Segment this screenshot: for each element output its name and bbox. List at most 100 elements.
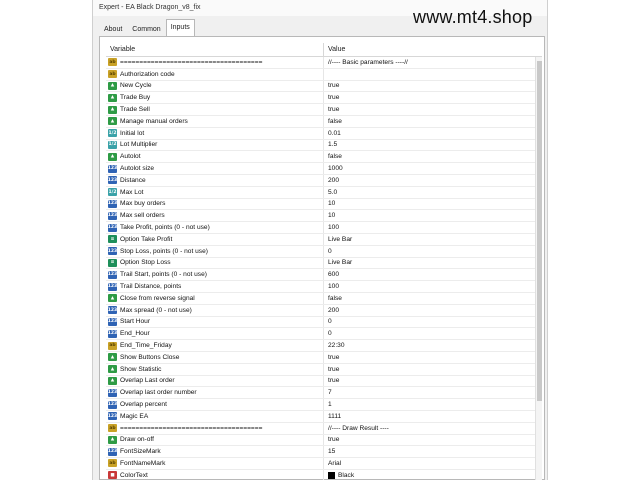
value-cell[interactable]: false xyxy=(324,116,542,127)
value-cell[interactable]: //---- Basic parameters ----// xyxy=(324,57,542,68)
table-row[interactable]: 123 Magic EA 1111 xyxy=(106,410,542,423)
variable-value: false xyxy=(328,153,342,161)
value-cell[interactable]: 200 xyxy=(324,175,542,186)
value-cell[interactable]: true xyxy=(324,104,542,115)
integer-type-icon: 123 xyxy=(107,223,118,232)
value-cell[interactable]: true xyxy=(324,376,542,387)
variable-name: Authorization code xyxy=(120,70,175,78)
value-cell[interactable]: 1000 xyxy=(324,163,542,174)
variable-value: true xyxy=(328,436,340,444)
table-row[interactable]: ▲ Overlap Last order true xyxy=(106,375,542,388)
table-row[interactable]: ▲ Draw on-off true xyxy=(106,434,542,447)
table-row[interactable]: 123 Start Hour 0 xyxy=(106,316,542,329)
table-row[interactable]: 1/2 Max Lot 5.0 xyxy=(106,186,542,199)
scrollbar-thumb[interactable] xyxy=(537,61,542,401)
table-row[interactable]: ■ ColorText Black xyxy=(106,469,542,480)
variable-cell: 123 Max sell orders xyxy=(106,210,324,222)
value-cell[interactable]: 600 xyxy=(324,269,542,280)
value-cell[interactable]: Live Bar xyxy=(324,234,542,245)
table-row[interactable]: ≡ Option Take Profit Live Bar xyxy=(106,233,542,246)
table-row[interactable]: ab FontNameMark Arial xyxy=(106,458,542,470)
table-row[interactable]: ab ===================================== /… xyxy=(106,57,542,69)
value-cell[interactable]: false xyxy=(324,151,542,162)
value-cell[interactable]: Black xyxy=(324,470,542,480)
value-cell[interactable]: 0 xyxy=(324,317,542,328)
value-cell[interactable]: 10 xyxy=(324,199,542,210)
variable-value: //---- Basic parameters ----// xyxy=(328,58,408,66)
table-row[interactable]: ab Authorization code xyxy=(106,68,542,81)
value-cell[interactable]: true xyxy=(324,81,542,92)
variable-cell: 123 Start Hour xyxy=(106,316,324,328)
variable-name: Magic EA xyxy=(120,412,149,420)
variable-name: Autolot xyxy=(120,153,141,161)
value-cell[interactable]: 0 xyxy=(324,246,542,257)
table-row[interactable]: 123 End_Hour 0 xyxy=(106,328,542,341)
table-row[interactable]: ▲ New Cycle true xyxy=(106,80,542,93)
variable-cell: 123 Max buy orders xyxy=(106,198,324,210)
table-row[interactable]: 1/2 Initial lot 0.01 xyxy=(106,127,542,140)
table-row[interactable]: ▲ Autolot false xyxy=(106,151,542,164)
table-row[interactable]: ▲ Manage manual orders false xyxy=(106,115,542,128)
value-cell[interactable]: 100 xyxy=(324,281,542,292)
value-cell[interactable]: 7 xyxy=(324,387,542,398)
value-cell[interactable]: Arial xyxy=(324,458,542,469)
value-cell[interactable]: 15 xyxy=(324,446,542,457)
table-row[interactable]: 1/2 Lot Multiplier 1.5 xyxy=(106,139,542,152)
variable-value: Live Bar xyxy=(328,259,353,267)
value-cell[interactable]: 10 xyxy=(324,210,542,221)
value-cell[interactable]: 0 xyxy=(324,328,542,339)
variable-cell: 1/2 Max Lot xyxy=(106,186,324,198)
table-row[interactable]: 123 Distance 200 xyxy=(106,174,542,187)
value-cell[interactable]: true xyxy=(324,92,542,103)
value-cell[interactable]: true xyxy=(324,352,542,363)
table-row[interactable]: ▲ Trade Buy true xyxy=(106,92,542,105)
table-row[interactable]: ≡ Option Stop Loss Live Bar xyxy=(106,257,542,270)
value-cell[interactable]: true xyxy=(324,435,542,446)
value-cell[interactable]: Live Bar xyxy=(324,258,542,269)
table-row[interactable]: 123 Max buy orders 10 xyxy=(106,198,542,211)
variable-value: 7 xyxy=(328,389,332,397)
value-cell[interactable]: 22:30 xyxy=(324,340,542,351)
value-cell[interactable]: 1 xyxy=(324,399,542,410)
vertical-scrollbar[interactable] xyxy=(535,57,542,480)
table-row[interactable]: ▲ Show Buttons Close true xyxy=(106,351,542,364)
value-cell[interactable]: 1.5 xyxy=(324,140,542,151)
value-cell[interactable]: 1111 xyxy=(324,411,542,422)
value-cell[interactable]: //---- Draw Result ---- xyxy=(324,423,542,434)
variable-value: 10 xyxy=(328,200,336,208)
table-row[interactable]: ▲ Show Statistic true xyxy=(106,363,542,376)
value-cell[interactable]: false xyxy=(324,293,542,304)
tab-about[interactable]: About xyxy=(99,21,127,36)
variable-value: 1111 xyxy=(328,412,342,420)
table-row[interactable]: 123 Overlap last order number 7 xyxy=(106,387,542,400)
table-row[interactable]: 123 Take Profit, points (0 - not use) 100 xyxy=(106,222,542,234)
value-cell[interactable]: 200 xyxy=(324,305,542,316)
table-row[interactable]: 123 Trail Start, points (0 - not use) 600 xyxy=(106,269,542,282)
string-type-icon: ab xyxy=(108,459,117,468)
variable-name: Show Buttons Close xyxy=(120,353,180,361)
table-row[interactable]: 123 Overlap percent 1 xyxy=(106,399,542,411)
value-cell[interactable]: 100 xyxy=(324,222,542,233)
table-row[interactable]: 123 Stop Loss, points (0 - not use) 0 xyxy=(106,245,542,258)
table-row[interactable]: ab ===================================== /… xyxy=(106,422,542,435)
table-row[interactable]: 123 Max sell orders 10 xyxy=(106,210,542,223)
table-row[interactable]: 123 Autolot size 1000 xyxy=(106,163,542,175)
variable-name: Distance xyxy=(120,176,146,184)
table-row[interactable]: 123 Max spread (0 - not use) 200 xyxy=(106,304,542,317)
variable-cell: 123 Trail Start, points (0 - not use) xyxy=(106,269,324,281)
value-cell[interactable]: true xyxy=(324,364,542,375)
table-row[interactable]: 123 Trail Distance, points 100 xyxy=(106,281,542,293)
value-cell[interactable] xyxy=(324,69,542,80)
value-cell[interactable]: 5.0 xyxy=(324,187,542,198)
variable-value: true xyxy=(328,353,340,361)
column-header-value[interactable]: Value xyxy=(324,43,542,56)
table-row[interactable]: 123 FontSizeMark 15 xyxy=(106,446,542,459)
variable-name: Overlap percent xyxy=(120,401,167,408)
tab-inputs[interactable]: Inputs xyxy=(165,19,195,36)
table-row[interactable]: ▲ Close from reverse signal false xyxy=(106,292,542,305)
table-row[interactable]: ▲ Trade Sell true xyxy=(106,104,542,116)
value-cell[interactable]: 0.01 xyxy=(324,128,542,139)
column-header-variable[interactable]: Variable xyxy=(106,43,324,56)
table-row[interactable]: ab End_Time_Friday 22:30 xyxy=(106,340,542,352)
tab-common[interactable]: Common xyxy=(127,21,165,36)
